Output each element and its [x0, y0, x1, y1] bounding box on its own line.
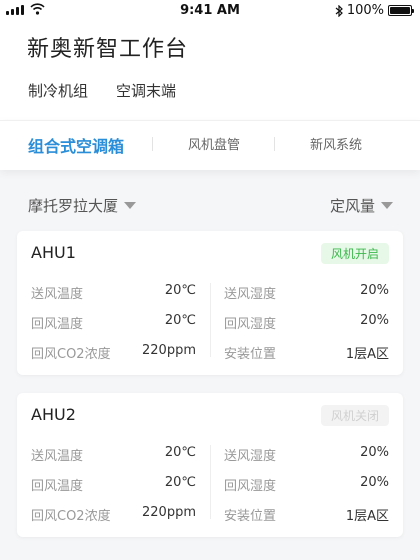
building-filter-label: 摩托罗拉大厦	[28, 197, 119, 215]
status-badge: 风机开启	[320, 243, 389, 264]
field-value: 220ppm	[142, 505, 196, 520]
field-value: 20%	[360, 475, 389, 490]
field-label: 安装位置	[224, 347, 277, 362]
nav-item-terminal[interactable]: 空调末端	[116, 80, 176, 101]
field-label: 回风湿度	[224, 317, 277, 332]
mode-filter-label: 定风量	[329, 197, 375, 215]
caret-down-icon	[124, 202, 137, 209]
battery-icon	[388, 5, 414, 16]
field-value: 20%	[360, 283, 389, 298]
device-name: AHU1	[31, 243, 76, 262]
battery-fill	[390, 7, 410, 14]
field-value: 220ppm	[142, 343, 196, 358]
field-label: 回风温度	[31, 479, 84, 494]
caret-down-icon	[381, 202, 393, 209]
field-value: 20℃	[164, 445, 196, 460]
field-label: 送风湿度	[224, 449, 277, 464]
device-card[interactable]: AHU2 风机关闭 送风温度 20℃ 送风湿度 20% 回风温度 20℃ 回风湿…	[17, 393, 403, 537]
device-card[interactable]: AHU1 风机开启 送风温度 20℃ 送风湿度 20% 回风温度 20℃ 回风湿…	[17, 231, 403, 375]
header: 新奥新智工作台 制冷机组 空调末端	[0, 22, 420, 120]
field-label: 回风湿度	[224, 479, 277, 494]
field-value: 20℃	[164, 313, 196, 328]
field-value: 20℃	[164, 283, 196, 298]
field-value: 1层A区	[345, 509, 389, 524]
battery-percent: 100%	[346, 3, 384, 18]
tab-ahu[interactable]: 组合式空调箱	[28, 133, 124, 157]
top-nav: 制冷机组 空调末端	[28, 80, 176, 101]
mode-filter[interactable]: 定风量	[330, 195, 393, 216]
tab-fan-coil[interactable]: 风机盘管	[188, 134, 240, 153]
field-value: 20℃	[164, 475, 196, 490]
field-label: 送风温度	[31, 449, 84, 464]
field-label: 回风CO2浓度	[31, 347, 111, 362]
device-name: AHU2	[31, 405, 76, 424]
field-value: 1层A区	[345, 347, 389, 362]
field-label: 回风CO2浓度	[31, 509, 111, 524]
card-divider	[210, 445, 211, 519]
tab-bar: 组合式空调箱 风机盘管 新风系统	[0, 120, 420, 170]
bluetooth-icon	[335, 4, 343, 17]
field-value: 20%	[360, 445, 389, 460]
field-label: 送风湿度	[224, 287, 277, 302]
card-divider	[210, 283, 211, 357]
page-title: 新奥新智工作台	[27, 37, 189, 62]
field-label: 安装位置	[224, 509, 277, 524]
nav-item-chiller[interactable]: 制冷机组	[28, 80, 88, 101]
tab-divider	[152, 137, 153, 151]
building-filter[interactable]: 摩托罗拉大厦	[28, 195, 137, 216]
field-value: 20%	[360, 313, 389, 328]
status-bar: 9:41 AM 100%	[0, 0, 420, 22]
field-label: 回风温度	[31, 317, 84, 332]
tab-divider	[274, 137, 275, 151]
tab-fresh-air[interactable]: 新风系统	[310, 134, 362, 153]
field-label: 送风温度	[31, 287, 84, 302]
status-badge: 风机关闭	[320, 405, 389, 426]
